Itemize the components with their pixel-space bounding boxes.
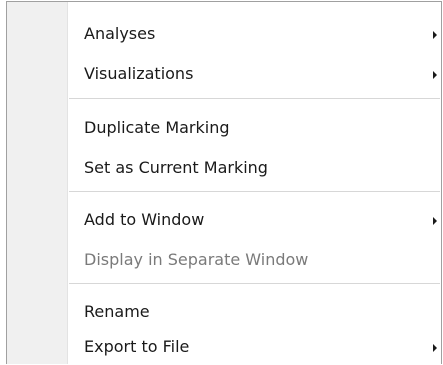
- menu-item-export-to-file[interactable]: Export to File: [8, 331, 440, 365]
- submenu-arrow-icon: [433, 31, 437, 39]
- menu-item-label: Add to Window: [84, 210, 205, 229]
- context-menu: Analyses Visualizations Duplicate Markin…: [6, 1, 442, 364]
- menu-separator: [69, 283, 440, 284]
- menu-item-visualizations[interactable]: Visualizations: [8, 58, 440, 92]
- menu-item-label: Export to File: [84, 337, 190, 356]
- menu-item-analyses[interactable]: Analyses: [8, 18, 440, 52]
- submenu-arrow-icon: [433, 217, 437, 225]
- menu-item-duplicate-marking[interactable]: Duplicate Marking: [8, 112, 440, 146]
- menu-item-label: Analyses: [84, 24, 156, 43]
- submenu-arrow-icon: [433, 344, 437, 352]
- menu-item-label: Rename: [84, 302, 150, 321]
- menu-item-label: Display in Separate Window: [84, 250, 309, 269]
- menu-separator: [69, 191, 440, 192]
- menu-item-display-in-separate-window: Display in Separate Window: [8, 244, 440, 278]
- menu-item-label: Duplicate Marking: [84, 118, 230, 137]
- menu-item-label: Visualizations: [84, 64, 194, 83]
- menu-item-label: Set as Current Marking: [84, 158, 268, 177]
- menu-item-add-to-window[interactable]: Add to Window: [8, 204, 440, 238]
- menu-item-rename[interactable]: Rename: [8, 296, 440, 330]
- submenu-arrow-icon: [433, 71, 437, 79]
- menu-separator: [69, 98, 440, 99]
- menu-item-set-as-current-marking[interactable]: Set as Current Marking: [8, 152, 440, 186]
